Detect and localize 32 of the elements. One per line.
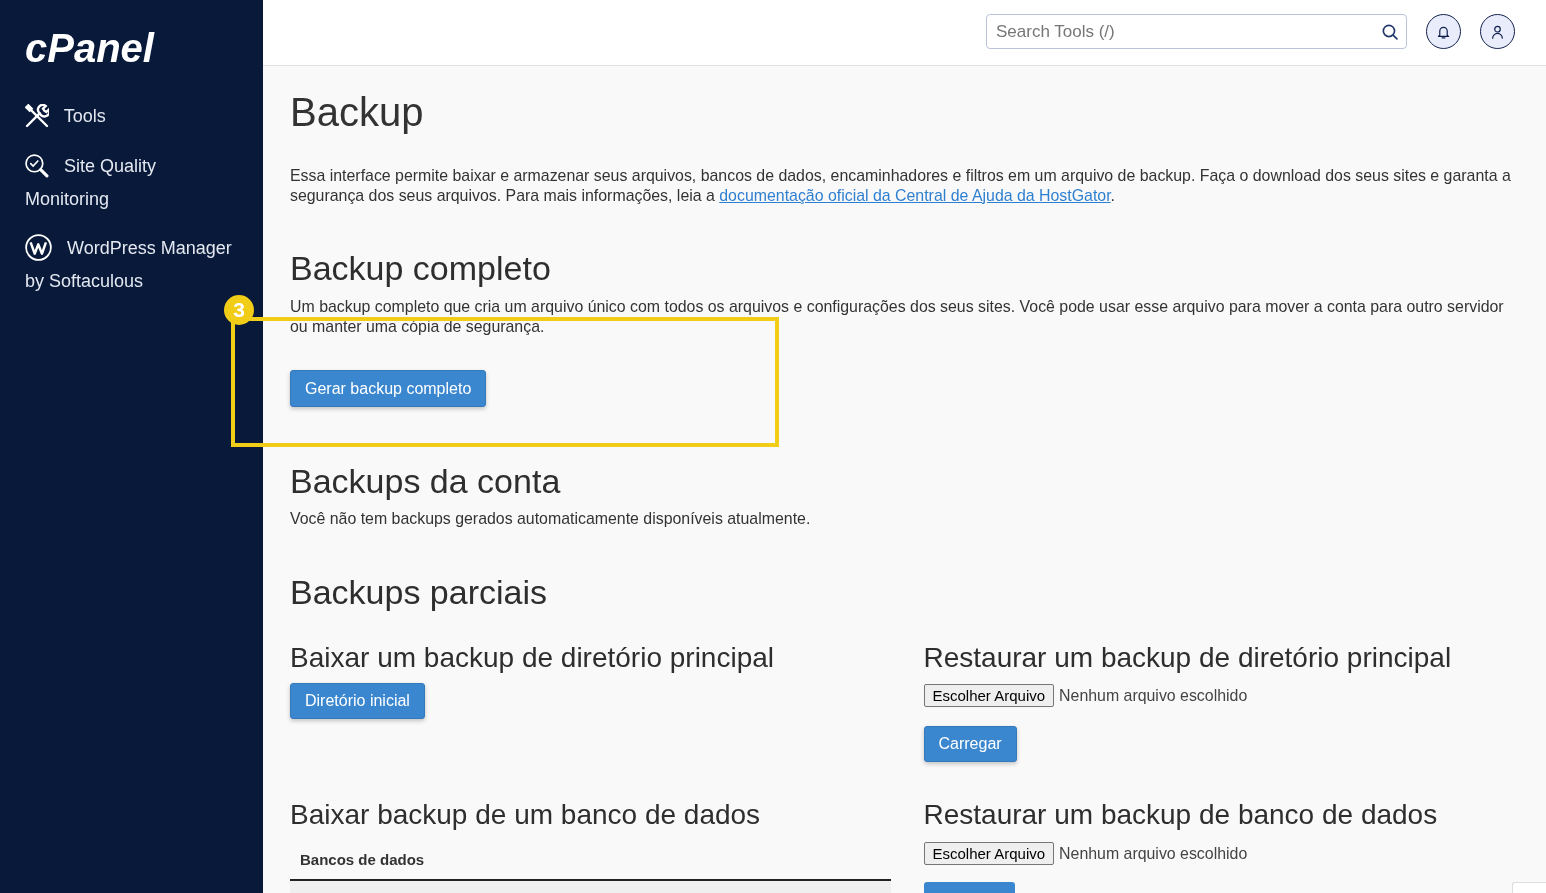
user-menu-button[interactable] <box>1480 14 1515 49</box>
nav-link[interactable]: Tools <box>25 100 235 133</box>
logo[interactable]: cPanel <box>25 30 154 66</box>
tools-icon <box>25 104 49 128</box>
section-heading: Backups da conta <box>290 461 562 501</box>
section-heading: Backup completo <box>290 248 552 288</box>
page-title: Backup <box>290 89 425 136</box>
subsection-heading: Baixar um backup de diretório principal <box>290 642 775 674</box>
wordpress-icon <box>25 234 52 261</box>
home-directory-button[interactable]: Diretório inicial <box>290 683 425 719</box>
magnifier-check-icon <box>25 154 49 178</box>
user-icon <box>1491 24 1504 39</box>
upload-button[interactable]: Carregar <box>923 726 1017 762</box>
help-link[interactable]: documentação oficial da Central de Ajuda da HostGator <box>719 187 1111 204</box>
notifications-button[interactable] <box>1426 14 1461 49</box>
nav-link[interactable]: Site Quality Monitoring <box>25 150 235 216</box>
subsection-heading: Restaurar um backup de banco de dados <box>923 799 1438 831</box>
subsection-heading: Restaurar um backup de diretório principal <box>923 642 1452 674</box>
file-status-text: Nenhum arquivo escolhido <box>1059 843 1248 864</box>
subsection-heading: Baixar backup de um banco de dados <box>290 799 761 831</box>
section-heading: Backups parciais <box>290 572 548 612</box>
bell-icon <box>1437 24 1450 39</box>
intro-text: Essa interface permite baixar e armazenar seus arquivos, bancos de dados, encaminhadores e filtros em um arquivo de backup. Faça o download dos seus sites e garanta a segurança dos seus arquivos. Para mais informações, leia a documentação oficial da Central de Ajuda da HostGator. <box>290 166 1512 206</box>
choose-file-button[interactable]: Escolher Arquivo <box>923 684 1055 707</box>
search-icon <box>1382 24 1398 40</box>
nav-link[interactable]: WordPress Manager by Softaculous <box>25 232 235 298</box>
search-field[interactable]: Search Tools (/) <box>986 14 1407 49</box>
file-status-text: Nenhum arquivo escolhido <box>1059 685 1248 706</box>
generate-backup-button[interactable]: Gerar backup completo <box>290 370 487 407</box>
section-description: Um backup completo que cria um arquivo único com todos os arquivos e configurações dos seus sites. Você pode usar esse arquivo para mover a conta para outro servidor ou manter uma cópia de segurança. <box>290 297 1505 337</box>
choose-file-button[interactable]: Escolher Arquivo <box>923 842 1055 865</box>
empty-message: Você não tem backups gerados automaticamente disponíveis atualmente. <box>290 509 812 529</box>
